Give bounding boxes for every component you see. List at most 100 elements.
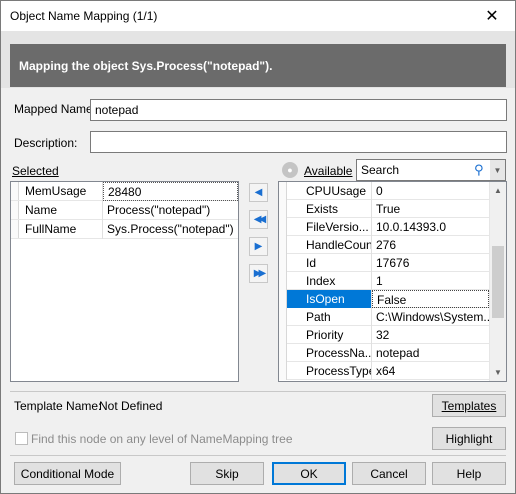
cancel-button[interactable]: Cancel [352, 462, 426, 485]
available-row[interactable]: CPUUsage 0 [279, 182, 489, 200]
skip-label: Skip [215, 466, 239, 481]
scroll-down-icon[interactable]: ▼ [490, 364, 506, 381]
cancel-label: Cancel [370, 466, 408, 481]
add-property-button[interactable]: ◀ [249, 183, 268, 202]
row-handle [279, 218, 287, 236]
separator [10, 391, 506, 392]
template-name-label: Template Name: [14, 399, 102, 413]
selected-label: Selected [12, 164, 59, 178]
scroll-thumb[interactable] [492, 246, 504, 318]
templates-button-label: Templates [441, 398, 497, 413]
add-all-properties-button[interactable]: ◀◀ [249, 210, 268, 229]
property-name: Priority [287, 326, 372, 344]
property-value: 32 [376, 328, 390, 342]
separator [10, 455, 506, 456]
property-name: HandleCount [287, 236, 372, 254]
property-value: x64 [376, 364, 396, 378]
window-title: Object Name Mapping (1/1) [10, 9, 158, 23]
property-value: 1 [376, 274, 383, 288]
selected-label-text: Selected [12, 164, 59, 178]
property-name: Id [287, 254, 372, 272]
property-name: CPUUsage [287, 182, 372, 200]
row-handle [279, 236, 287, 254]
property-name: Name [11, 201, 103, 220]
find-node-checkbox[interactable] [15, 432, 28, 445]
header-band: Mapping the object Sys.Process("notepad"… [1, 31, 515, 88]
mapped-name-input[interactable]: notepad [90, 99, 507, 121]
available-row[interactable]: ProcessNa... notepad [279, 344, 489, 362]
skip-button[interactable]: Skip [190, 462, 264, 485]
property-name: Exists [287, 200, 372, 218]
description-label: Description: [14, 136, 78, 150]
property-value: 276 [376, 238, 397, 252]
header-text: Mapping the object Sys.Process("notepad"… [19, 58, 273, 73]
row-handle [279, 344, 287, 362]
template-name-value: Not Defined [99, 399, 163, 413]
property-value: Process("notepad") [107, 203, 211, 217]
property-value: C:\Windows\System... [376, 310, 489, 324]
available-row[interactable]: Id 17676 [279, 254, 489, 272]
property-value: True [376, 202, 401, 216]
row-handle [279, 272, 287, 290]
row-handle [279, 326, 287, 344]
property-name: ProcessType [287, 362, 372, 380]
available-row[interactable]: Exists True [279, 200, 489, 218]
selected-row[interactable]: MemUsage 28480 [11, 182, 238, 201]
available-scrollbar[interactable]: ▲ ▼ [489, 182, 506, 381]
available-row[interactable]: Path C:\Windows\System... [279, 308, 489, 326]
search-icon[interactable]: ⚲ [474, 162, 488, 178]
highlight-button-label: Highlight [445, 431, 493, 446]
remove-all-properties-button[interactable]: ▶▶ [249, 264, 268, 283]
title-bar: Object Name Mapping (1/1) [1, 1, 515, 31]
property-value: False [372, 290, 489, 308]
templates-button[interactable]: Templates [432, 394, 506, 417]
find-node-label: Find this node on any level of NameMappi… [31, 432, 293, 446]
row-handle [279, 200, 287, 218]
highlight-button[interactable]: Highlight [432, 427, 506, 450]
property-name: ProcessNa... [287, 344, 372, 362]
mapped-name-label: Mapped Name: [14, 102, 97, 116]
property-value: Sys.Process("notepad") [107, 222, 234, 236]
close-icon[interactable]: ✕ [469, 1, 515, 31]
selected-row[interactable]: Name Process("notepad") [11, 201, 238, 220]
help-button[interactable]: Help [432, 462, 506, 485]
available-row[interactable]: ProcessType x64 [279, 362, 489, 380]
available-row[interactable]: Priority 32 [279, 326, 489, 344]
ok-label: OK [300, 466, 318, 481]
conditional-mode-label: Conditional Mode [20, 466, 115, 481]
property-value[interactable]: 28480 [103, 182, 238, 201]
row-handle [279, 254, 287, 272]
property-value: 10.0.14393.0 [376, 220, 447, 234]
selected-properties-grid[interactable]: MemUsage 28480 Name Process("notepad") F… [10, 181, 239, 382]
property-value: 17676 [376, 256, 410, 270]
available-row[interactable]: IsOpen False [279, 290, 489, 308]
available-properties-grid[interactable]: CPUUsage 0 Exists True FileVersio... 10.0.143… [278, 181, 507, 382]
property-name: MemUsage [11, 182, 103, 201]
available-filter-icon[interactable]: ● [282, 162, 298, 178]
search-dropdown-icon[interactable]: ▼ [490, 160, 505, 180]
ok-button[interactable]: OK [272, 462, 346, 485]
property-name: Path [287, 308, 372, 326]
available-label-text: Available [304, 164, 353, 178]
row-handle [279, 290, 287, 308]
row-handle [279, 308, 287, 326]
header-message: Mapping the object Sys.Process("notepad"… [10, 44, 506, 87]
available-label: Available [304, 164, 352, 178]
property-value: notepad [376, 346, 420, 360]
row-handle [279, 182, 287, 200]
available-row[interactable]: HandleCount 276 [279, 236, 489, 254]
scroll-up-icon[interactable]: ▲ [490, 182, 506, 199]
available-row[interactable]: FileVersio... 10.0.14393.0 [279, 218, 489, 236]
description-input[interactable] [90, 131, 507, 153]
available-row[interactable]: Index 1 [279, 272, 489, 290]
object-name-mapping-dialog: Object Name Mapping (1/1) ✕ Mapping the … [0, 0, 516, 494]
property-name: FullName [11, 220, 103, 239]
row-handle [279, 362, 287, 380]
property-value: 0 [376, 184, 383, 198]
property-name: IsOpen [287, 290, 372, 308]
help-label: Help [456, 466, 482, 481]
remove-property-button[interactable]: ▶ [249, 237, 268, 256]
conditional-mode-button[interactable]: Conditional Mode [14, 462, 121, 485]
selected-row[interactable]: FullName Sys.Process("notepad") [11, 220, 238, 239]
property-name: FileVersio... [287, 218, 372, 236]
